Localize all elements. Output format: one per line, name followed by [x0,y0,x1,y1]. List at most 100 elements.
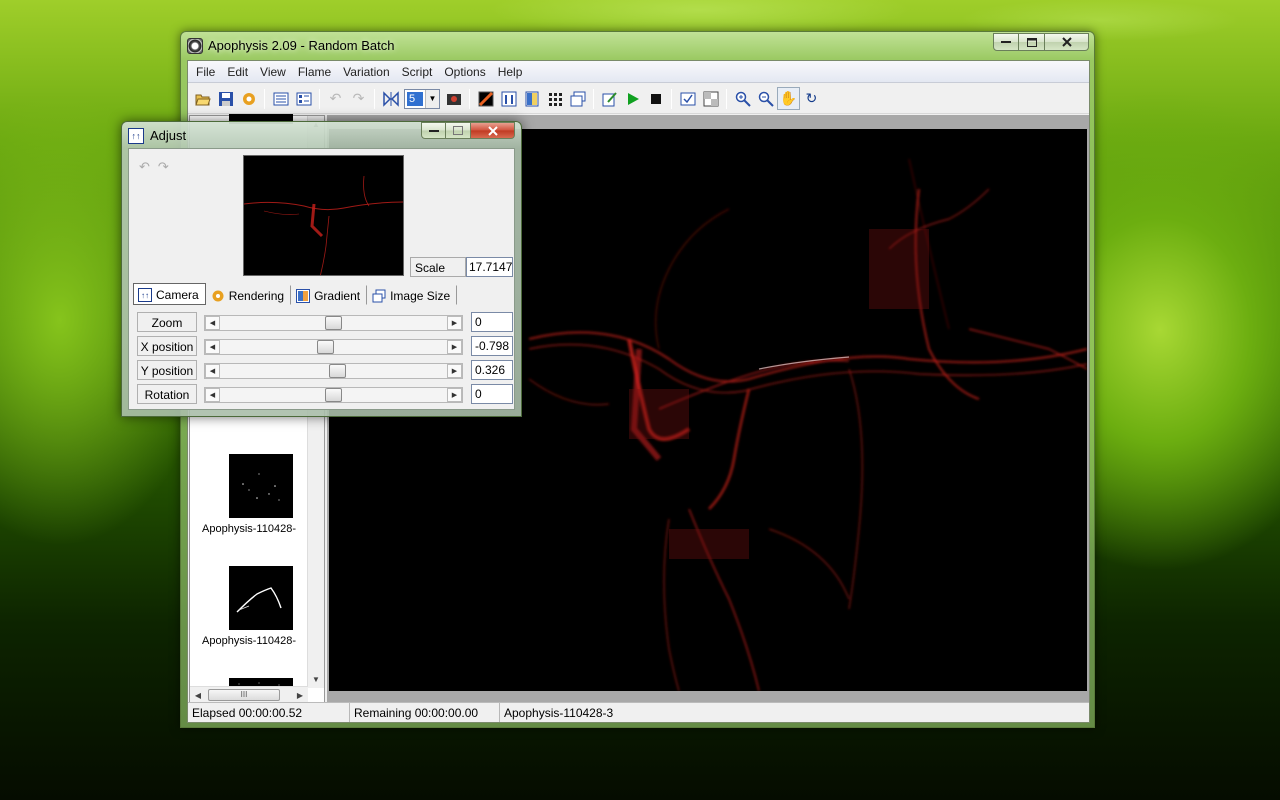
close-button[interactable] [1045,33,1089,51]
render-icon[interactable] [237,87,260,110]
quality-combo[interactable]: 5 ▼ [404,88,440,109]
toolbar-separator [374,88,375,109]
thumbnail-image[interactable] [229,566,293,630]
zoom-input[interactable]: 0 [471,312,513,332]
param-row-zoom: Zoom ◀ ▶ 0 [137,312,513,334]
tab-label: Image Size [390,289,451,303]
param-row-x-position: X position ◀ ▶ -0.798 [137,336,513,358]
toolbar-separator [319,88,320,109]
slider-knob[interactable] [325,316,342,330]
close-icon [1061,37,1072,47]
thumbnail-horizontal-scrollbar[interactable]: ◀ III ▶ [190,686,308,703]
tab-label: Camera [156,288,199,302]
pan-hand-icon[interactable]: ✋ [777,87,800,110]
icon-view-icon[interactable] [292,87,315,110]
adjust-icon[interactable] [497,87,520,110]
menu-variation[interactable]: Variation [337,61,395,82]
param-row-y-position: Y position ◀ ▶ 0.326 [137,360,513,382]
save-icon[interactable] [214,87,237,110]
slider-left-icon[interactable]: ◀ [205,388,220,402]
menu-help[interactable]: Help [492,61,529,82]
image-size-icon[interactable] [566,87,589,110]
x-position-slider[interactable]: ◀ ▶ [204,339,463,355]
tab-rendering[interactable]: Rendering [206,285,292,305]
main-titlebar[interactable]: Apophysis 2.09 - Random Batch [181,32,1094,60]
adjust-undo-icon[interactable]: ↶ [139,159,150,175]
fullscreen-icon[interactable] [442,87,465,110]
y-position-input[interactable]: 0.326 [471,360,513,380]
adjust-minimize-button[interactable] [421,122,446,139]
gradient-icon[interactable] [474,87,497,110]
palette-icon[interactable] [520,87,543,110]
zoom-out-icon[interactable] [754,87,777,110]
adjust-tabs: ↑↑ Camera Rendering Gradient Image Size [133,283,458,305]
toolbar-separator [671,88,672,109]
menu-edit[interactable]: Edit [221,61,254,82]
thumbnail-image[interactable] [229,454,293,518]
options-icon[interactable] [676,87,699,110]
adjust-dialog-title: Adjust [150,128,187,143]
menu-view[interactable]: View [254,61,292,82]
status-bar: Elapsed 00:00:00.52 Remaining 00:00:00.0… [188,702,1089,722]
script-edit-icon[interactable] [598,87,621,110]
scroll-down-icon[interactable]: ▼ [308,671,324,688]
scale-input[interactable]: 17.7147 [466,257,513,277]
open-icon[interactable] [191,87,214,110]
menu-options[interactable]: Options [438,61,491,82]
adjust-dialog: ↑↑ Adjust ↶ ↷ Scale 17.7147 ↑↑ Camera Re… [121,121,522,417]
menu-bar: File Edit View Flame Variation Script Op… [188,61,1089,83]
transparency-icon[interactable] [699,87,722,110]
thumbnail-label: Apophysis-110428- [202,523,296,535]
adjust-client: ↶ ↷ Scale 17.7147 ↑↑ Camera Rendering Gr… [128,148,515,410]
adjust-redo-icon[interactable]: ↷ [158,159,169,175]
adjust-close-button[interactable] [471,122,515,139]
param-label: Rotation [137,384,197,404]
play-icon[interactable] [621,87,644,110]
slider-right-icon[interactable]: ▶ [447,340,462,354]
slider-right-icon[interactable]: ▶ [447,388,462,402]
scrollbar-thumb[interactable]: III [208,689,280,701]
y-position-slider[interactable]: ◀ ▶ [204,363,463,379]
zoom-slider[interactable]: ◀ ▶ [204,315,463,331]
tab-gradient[interactable]: Gradient [291,285,368,305]
minimize-button[interactable] [993,33,1019,51]
slider-knob[interactable] [325,388,342,402]
param-label: Y position [137,360,197,380]
slider-right-icon[interactable]: ▶ [447,364,462,378]
menu-flame[interactable]: Flame [292,61,337,82]
status-elapsed: Elapsed 00:00:00.52 [188,703,350,722]
menu-file[interactable]: File [190,61,221,82]
maximize-icon [453,126,463,135]
close-icon [487,125,498,136]
apophysis-app-icon[interactable] [187,38,203,54]
toolbar-separator [264,88,265,109]
slider-knob[interactable] [317,340,334,354]
rotation-slider[interactable]: ◀ ▶ [204,387,463,403]
redo-icon[interactable]: ↷ [347,87,370,110]
rotation-input[interactable]: 0 [471,384,513,404]
stop-icon[interactable] [644,87,667,110]
slider-right-icon[interactable]: ▶ [447,316,462,330]
tab-camera[interactable]: ↑↑ Camera [133,283,206,305]
chevron-down-icon[interactable]: ▼ [425,89,439,108]
menu-script[interactable]: Script [396,61,439,82]
maximize-button[interactable] [1019,33,1045,51]
list-view-icon[interactable] [269,87,292,110]
adjust-dialog-icon[interactable]: ↑↑ [128,128,144,144]
x-position-input[interactable]: -0.798 [471,336,513,356]
adjust-maximize-button[interactable] [446,122,471,139]
slider-left-icon[interactable]: ◀ [205,364,220,378]
slider-left-icon[interactable]: ◀ [205,316,220,330]
grid-icon[interactable] [543,87,566,110]
tab-image-size[interactable]: Image Size [367,285,458,305]
image-size-icon [372,289,386,303]
mutate-icon[interactable] [379,87,402,110]
zoom-in-icon[interactable] [731,87,754,110]
slider-left-icon[interactable]: ◀ [205,340,220,354]
rotate-icon[interactable]: ↻ [800,87,823,110]
adjust-preview[interactable] [243,155,404,276]
undo-icon[interactable]: ↶ [324,87,347,110]
scroll-left-icon[interactable]: ◀ [190,687,206,703]
scroll-right-icon[interactable]: ▶ [292,687,308,703]
slider-knob[interactable] [329,364,346,378]
